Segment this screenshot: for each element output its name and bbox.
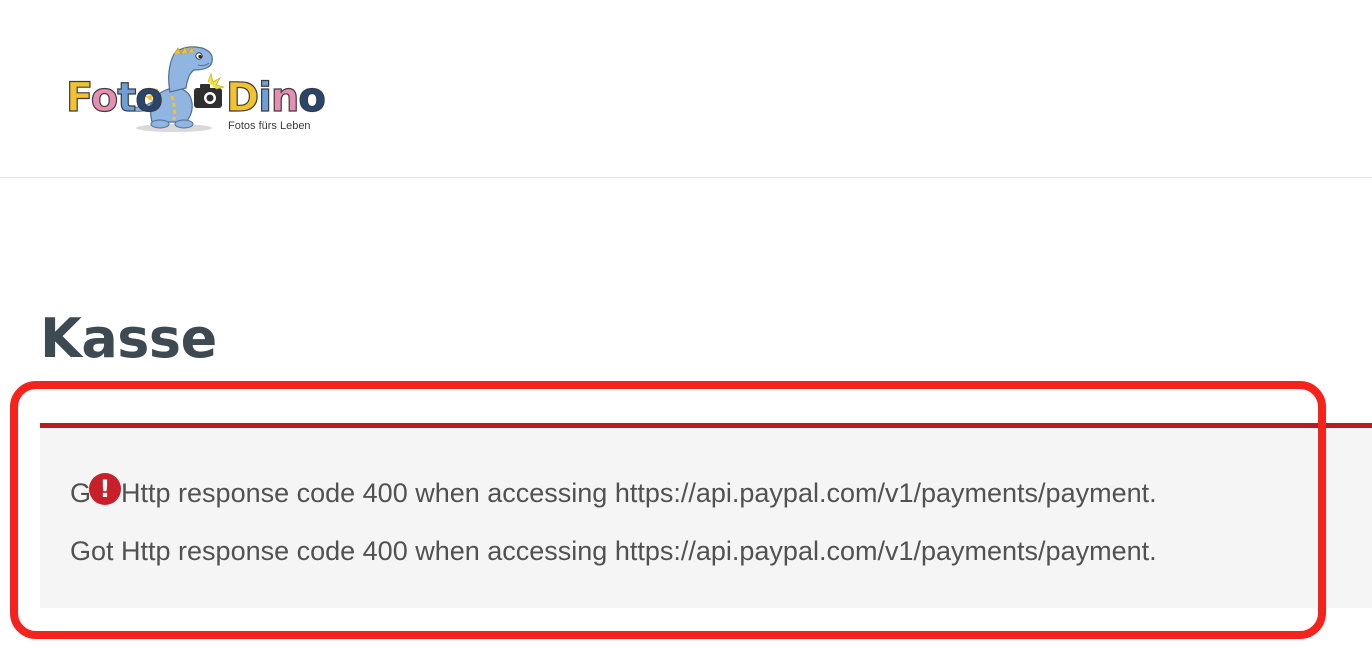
logo-word-foto: Foto: [65, 75, 163, 121]
page-title: Kasse: [40, 307, 217, 370]
logo-word-dino: Dino: [225, 75, 326, 121]
exclamation-circle-icon: !: [89, 473, 121, 505]
site-header: Foto Dino Fotos fürs Leben: [0, 0, 1372, 178]
logo-tagline: Fotos fürs Leben: [228, 120, 311, 132]
error-message: Got Http response code 400 when accessin…: [70, 478, 1157, 508]
error-message: Got Http response code 400 when accessin…: [70, 536, 1157, 566]
site-logo[interactable]: Foto Dino Fotos fürs Leben: [62, 40, 327, 140]
checkout-page: Foto Dino Fotos fürs Leben Kasse Got Htt…: [0, 0, 1372, 654]
error-notice: Got Http response code 400 when accessin…: [40, 423, 1372, 608]
